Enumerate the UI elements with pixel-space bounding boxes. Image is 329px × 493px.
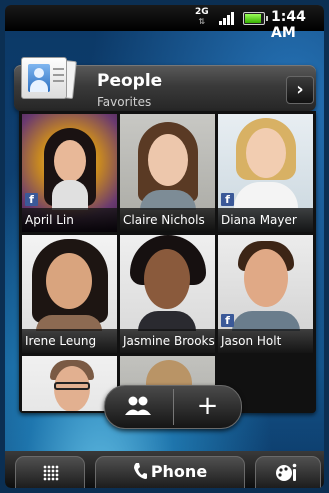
contact-tile[interactable]: Jasmine Brooks [120,235,215,353]
contact-tile[interactable] [22,356,117,411]
chevron-right-icon[interactable]: › [286,76,314,104]
battery-icon [243,12,268,25]
status-bar: 2G ⇅ 1:44 AM [5,5,324,41]
dock: Phone [5,451,324,488]
facebook-icon: f [221,314,234,327]
contact-tile[interactable]: f Jason Holt [218,235,313,353]
data-activity-icon: ⇅ [198,17,206,26]
phone-icon [133,463,148,479]
apps-button[interactable] [15,456,85,488]
groups-button[interactable] [105,386,173,428]
widget-title: People [97,71,163,91]
facebook-icon: f [221,193,234,206]
app-grid-icon [43,465,59,481]
people-icon[interactable] [19,55,79,105]
favorites-grid: f April Lin Claire Nichols f Diana Mayer [19,111,316,413]
network-indicator: 2G ⇅ [195,7,209,27]
signal-strength-icon [219,10,237,25]
contact-photo [22,356,117,411]
widget-action-bar: + [104,385,242,429]
add-button[interactable]: + [174,386,241,428]
personalize-button[interactable] [255,456,321,488]
contact-tile[interactable]: Irene Leung [22,235,117,353]
contact-name: Claire Nichols [120,208,215,232]
network-type: 2G [195,7,209,17]
contact-name: Diana Mayer [218,208,313,232]
personalize-icon [276,463,297,481]
clock: 1:44 AM [271,9,306,41]
contact-name: Irene Leung [22,329,117,353]
battery-level [245,14,261,23]
contact-name: April Lin [22,208,117,232]
facebook-icon: f [25,193,38,206]
contact-name: Jasmine Brooks [120,329,215,353]
contact-tile[interactable]: f April Lin [22,114,117,232]
phone-label: Phone [150,462,208,481]
phone-button[interactable]: Phone [95,456,245,488]
contact-tile[interactable]: Claire Nichols [120,114,215,232]
home-screen: 2G ⇅ 1:44 AM People Favorites › f April … [5,5,324,488]
widget-subtitle: Favorites [97,95,152,109]
contact-tile[interactable]: f Diana Mayer [218,114,313,232]
group-icon [125,396,151,415]
contact-name: Jason Holt [218,329,313,353]
